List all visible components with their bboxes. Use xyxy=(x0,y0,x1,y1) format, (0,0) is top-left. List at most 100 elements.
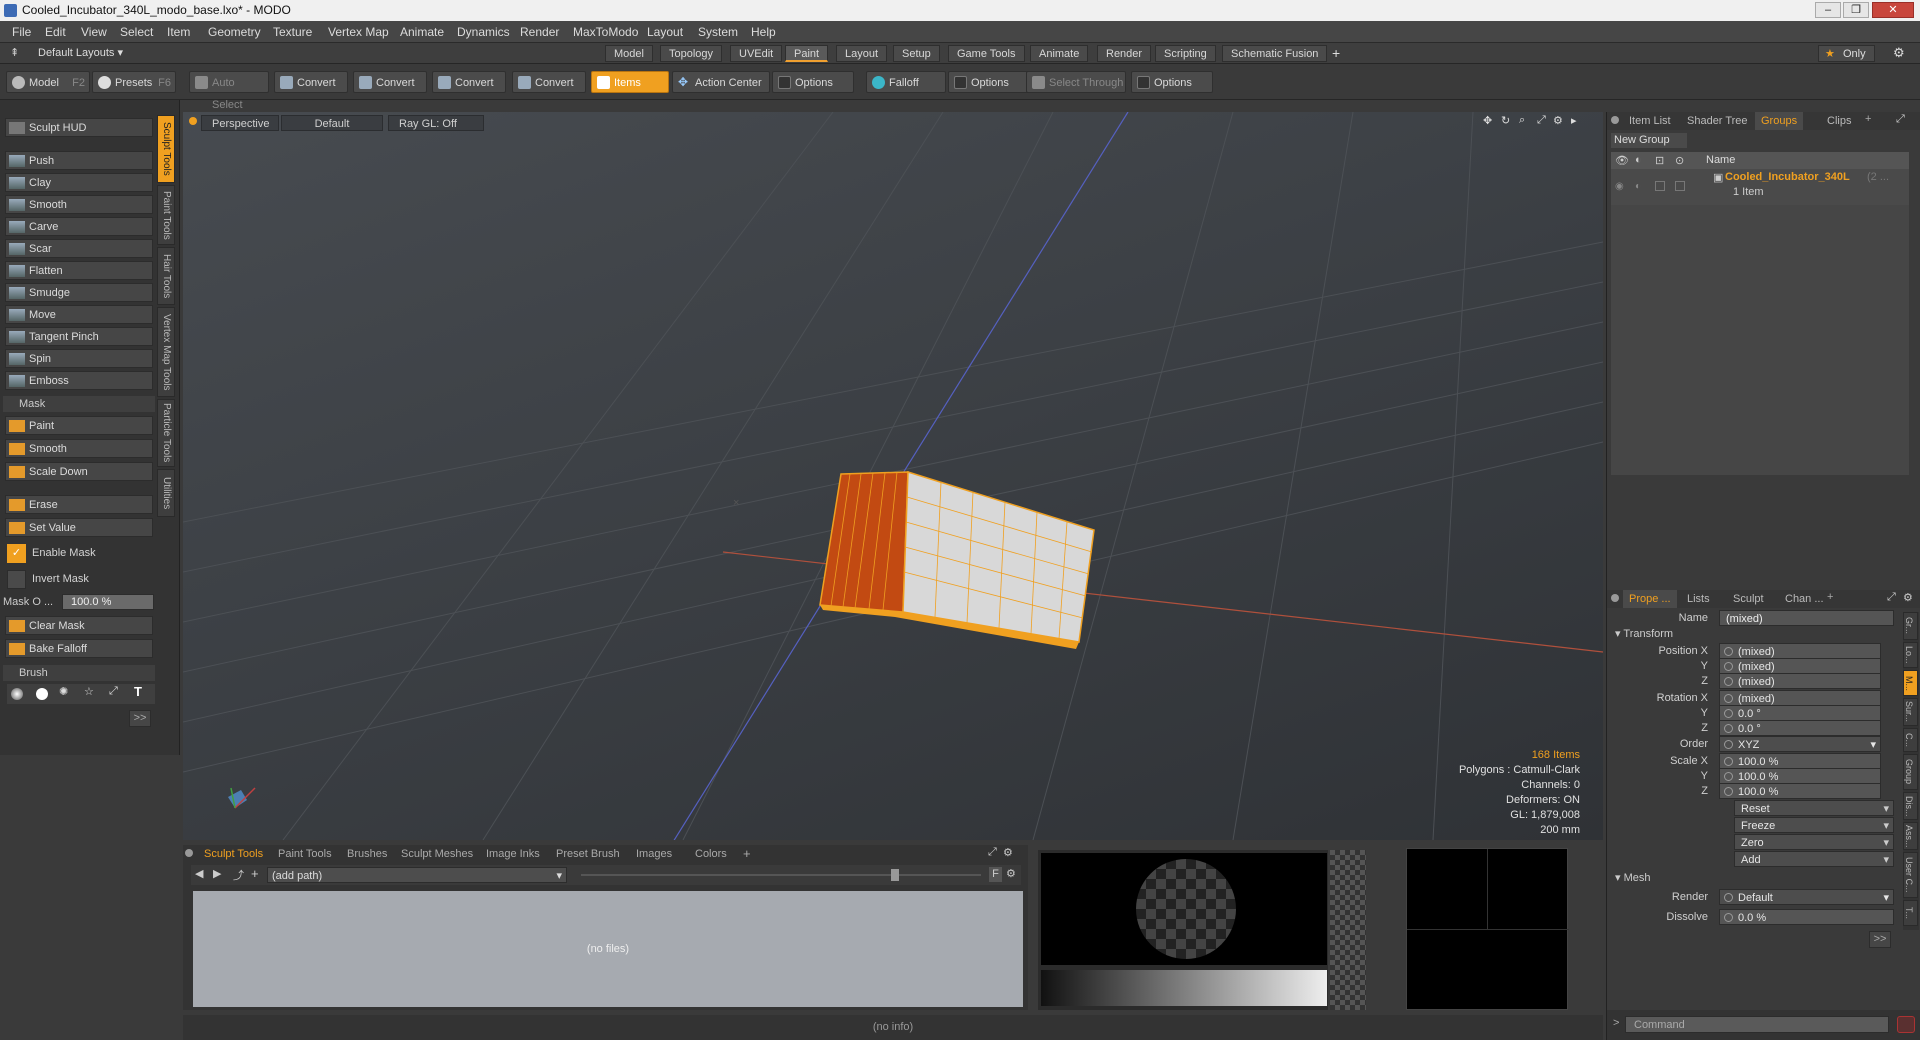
select-through-button[interactable]: Select Through xyxy=(1026,71,1126,93)
keyframe-dot-icon[interactable] xyxy=(1724,913,1733,922)
forward-arrow-icon[interactable]: ▶ xyxy=(213,867,221,880)
tab-sculpt[interactable]: Sculpt xyxy=(1727,590,1770,608)
render-dropdown[interactable]: Default ▾ xyxy=(1719,889,1894,905)
vtab-paint-tools[interactable]: Paint Tools xyxy=(157,185,175,245)
mask-erase-button[interactable]: Erase xyxy=(5,495,153,514)
convert-vertices-button[interactable]: Convert xyxy=(274,71,348,93)
side-tab-assembly[interactable]: Ass... xyxy=(1903,822,1918,850)
tool-flatten[interactable]: Flatten xyxy=(5,261,153,280)
btab-sculpt-tools[interactable]: Sculpt Tools xyxy=(197,845,270,863)
path-dropdown[interactable]: (add path) ▾ xyxy=(267,867,567,883)
incubator-model[interactable] xyxy=(819,470,1095,649)
side-tab-group[interactable]: Group xyxy=(1903,754,1918,790)
menu-view[interactable]: View xyxy=(81,21,107,43)
viewport-settings-icon[interactable]: ⚙ xyxy=(1553,114,1563,127)
command-input[interactable]: Command xyxy=(1625,1016,1889,1033)
action-center-options-button[interactable]: Options xyxy=(772,71,854,93)
scale-x-field[interactable]: 100.0 % xyxy=(1719,753,1881,769)
side-tab-mesh[interactable]: M... xyxy=(1903,670,1918,696)
menu-help[interactable]: Help xyxy=(751,21,776,43)
keyframe-dot-icon[interactable] xyxy=(1724,757,1733,766)
parent-dir-icon[interactable]: ⤴ xyxy=(233,867,244,883)
scale-y-field[interactable]: 100.0 % xyxy=(1719,768,1881,784)
falloff-options-button[interactable]: Options xyxy=(948,71,1030,93)
visibility-eye-icon[interactable]: ◉ xyxy=(1615,181,1624,192)
tab-setup[interactable]: Setup xyxy=(893,45,940,62)
options-checkbox[interactable] xyxy=(778,76,791,89)
panel-settings-icon[interactable]: ⚙ xyxy=(1903,591,1913,604)
keyframe-dot-icon[interactable] xyxy=(1724,740,1733,749)
keyframe-dot-icon[interactable] xyxy=(1724,893,1733,902)
vtab-utilities[interactable]: Utilities xyxy=(157,469,175,517)
panel-menu-icon[interactable] xyxy=(185,849,193,857)
lock-checkbox[interactable] xyxy=(1655,181,1665,191)
text-brush-icon[interactable]: T xyxy=(134,684,142,699)
position-y-field[interactable]: (mixed) xyxy=(1719,658,1881,674)
tool-tangent-pinch[interactable]: Tangent Pinch xyxy=(5,327,153,346)
menu-edit[interactable]: Edit xyxy=(45,21,66,43)
brush-preview-canvas[interactable] xyxy=(1041,853,1327,965)
vtab-hair-tools[interactable]: Hair Tools xyxy=(157,247,175,305)
tab-animate[interactable]: Animate xyxy=(1030,45,1089,62)
panel-menu-icon[interactable] xyxy=(1611,116,1619,124)
reset-dropdown[interactable]: Reset xyxy=(1734,800,1894,817)
menu-item[interactable]: Item xyxy=(167,21,190,43)
keyframe-dot-icon[interactable] xyxy=(1724,694,1733,703)
panel-expand-icon[interactable]: ⤢ xyxy=(1887,591,1896,604)
side-tab-t[interactable]: T... xyxy=(1903,900,1918,926)
tab-lists[interactable]: Lists xyxy=(1681,590,1716,608)
gradient-preview[interactable] xyxy=(1041,970,1327,1006)
select-icon[interactable]: ⊙ xyxy=(1675,154,1684,167)
tool-smooth[interactable]: Smooth xyxy=(5,195,153,214)
menu-geometry[interactable]: Geometry xyxy=(208,21,261,43)
view-type-dropdown[interactable]: Perspective xyxy=(201,115,279,131)
viewport-expand-icon[interactable]: ▸ xyxy=(1571,114,1577,127)
items-mode-button[interactable]: Items xyxy=(591,71,669,93)
hard-brush-icon[interactable] xyxy=(36,688,48,700)
slider-handle[interactable] xyxy=(891,869,899,881)
vtab-sculpt-tools[interactable]: Sculpt Tools xyxy=(157,115,175,183)
menu-system[interactable]: System xyxy=(698,21,738,43)
menu-render[interactable]: Render xyxy=(520,21,559,43)
menu-maxtomodo[interactable]: MaxToModo xyxy=(573,21,638,43)
btab-images[interactable]: Images xyxy=(629,845,679,863)
position-x-field[interactable]: (mixed) xyxy=(1719,643,1881,659)
keyframe-dot-icon[interactable] xyxy=(1724,662,1733,671)
position-z-field[interactable]: (mixed) xyxy=(1719,673,1881,689)
zoom-view-icon[interactable]: ⌕ xyxy=(1519,114,1525,127)
add-tab-icon[interactable]: + xyxy=(1332,45,1340,61)
btab-sculpt-meshes[interactable]: Sculpt Meshes xyxy=(394,845,480,863)
only-toggle[interactable]: ★ Only xyxy=(1818,45,1875,62)
maximize-button[interactable]: ❐ xyxy=(1843,2,1869,18)
file-browser-area[interactable]: (no files) xyxy=(193,891,1023,1007)
btab-paint-tools[interactable]: Paint Tools xyxy=(271,845,339,863)
select-options-button[interactable]: Options xyxy=(1131,71,1213,93)
menu-select[interactable]: Select xyxy=(120,21,153,43)
minimize-button[interactable]: – xyxy=(1815,2,1841,18)
viewport-menu-icon[interactable] xyxy=(189,117,197,125)
tool-emboss[interactable]: Emboss xyxy=(5,371,153,390)
enable-mask-toggle[interactable]: ✓ Enable Mask xyxy=(7,544,167,564)
tab-groups[interactable]: Groups xyxy=(1755,112,1804,130)
rotate-view-icon[interactable]: ↻ xyxy=(1501,114,1510,127)
visibility-eye-icon[interactable]: 👁 xyxy=(1615,154,1629,167)
add-tab-icon[interactable]: + xyxy=(1827,591,1833,603)
close-button[interactable]: ✕ xyxy=(1872,2,1914,18)
raygl-toggle[interactable]: Ray GL: Off xyxy=(388,115,484,131)
mask-scale-down-button[interactable]: Scale Down xyxy=(5,462,153,481)
menu-vertex-map[interactable]: Vertex Map xyxy=(328,21,389,43)
side-tab-surface[interactable]: Sur... xyxy=(1903,698,1918,726)
vtab-vertex-map-tools[interactable]: Vertex Map Tools xyxy=(157,307,175,397)
side-tab-c[interactable]: C... xyxy=(1903,728,1918,752)
sculpt-hud-button[interactable]: Sculpt HUD xyxy=(5,118,153,137)
keyframe-dot-icon[interactable] xyxy=(1724,772,1733,781)
tab-uvedit[interactable]: UVEdit xyxy=(730,45,783,62)
tool-scar[interactable]: Scar xyxy=(5,239,153,258)
clear-mask-button[interactable]: Clear Mask xyxy=(5,616,153,635)
freeze-dropdown[interactable]: Freeze xyxy=(1734,817,1894,834)
mask-smooth-button[interactable]: Smooth xyxy=(5,439,153,458)
tool-clay[interactable]: Clay xyxy=(5,173,153,192)
group-row[interactable]: ◉ ◐ ▣ Cooled_Incubator_340L (2 ... 1 Ite… xyxy=(1611,169,1909,205)
tab-schematic-fusion[interactable]: Schematic Fusion xyxy=(1222,45,1328,62)
procedural-brush-icon[interactable]: ⤢ xyxy=(109,685,118,698)
